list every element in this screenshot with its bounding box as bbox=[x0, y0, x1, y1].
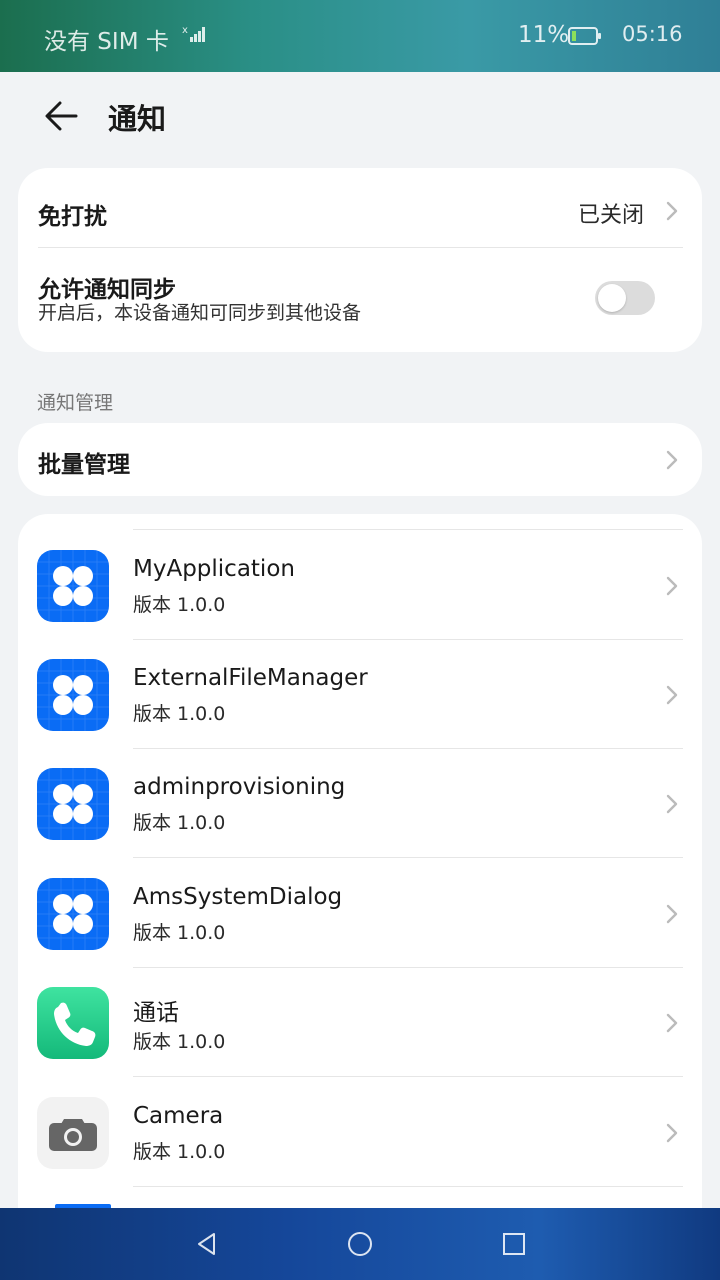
app-name: 通话 bbox=[133, 1000, 179, 1026]
batch-manage-label: 批量管理 bbox=[38, 452, 130, 478]
page-title: 通知 bbox=[108, 102, 167, 136]
home-circle-icon[interactable] bbox=[344, 1228, 376, 1260]
title-bar: 通知 bbox=[0, 72, 720, 158]
settings-card: 免打扰 已关闭 允许通知同步 开启后，本设备通知可同步到其他设备 bbox=[18, 168, 702, 352]
battery-icon bbox=[568, 26, 602, 52]
sync-toggle[interactable] bbox=[595, 281, 655, 315]
svg-text:x: x bbox=[182, 25, 188, 36]
batch-manage-row[interactable]: 批量管理 bbox=[18, 423, 702, 496]
camera-icon bbox=[37, 1097, 109, 1169]
app-name: MyApplication bbox=[133, 556, 295, 582]
status-bar: 没有 SIM 卡 x 11% 05:16 bbox=[0, 0, 720, 72]
chevron-right-icon bbox=[664, 199, 680, 223]
app-name: adminprovisioning bbox=[133, 774, 346, 800]
app-name: AmsSystemDialog bbox=[133, 884, 343, 910]
back-arrow-icon[interactable] bbox=[40, 96, 84, 136]
clock: 05:16 bbox=[622, 22, 683, 46]
chevron-right-icon bbox=[664, 1121, 680, 1145]
back-triangle-icon[interactable] bbox=[191, 1228, 223, 1260]
default-app-icon bbox=[37, 550, 109, 622]
app-version: 版本 1.0.0 bbox=[133, 594, 226, 616]
app-name: ExternalFileManager bbox=[133, 665, 368, 691]
app-row-externalfilemanager[interactable]: ExternalFileManager 版本 1.0.0 bbox=[18, 639, 702, 749]
chevron-right-icon bbox=[664, 902, 680, 926]
divider bbox=[133, 1186, 683, 1187]
app-row-myapplication[interactable]: MyApplication 版本 1.0.0 bbox=[18, 530, 702, 640]
chevron-right-icon bbox=[664, 448, 680, 472]
chevron-right-icon bbox=[664, 792, 680, 816]
app-list: MyApplication 版本 1.0.0 ExternalFileManag… bbox=[18, 514, 702, 1208]
app-version: 版本 1.0.0 bbox=[133, 812, 226, 834]
recents-square-icon[interactable] bbox=[498, 1228, 530, 1260]
carrier-label: 没有 SIM 卡 bbox=[44, 29, 169, 55]
signal-icon: x bbox=[182, 24, 208, 50]
phone-icon bbox=[37, 987, 109, 1059]
navigation-bar bbox=[0, 1208, 720, 1280]
default-app-icon bbox=[37, 659, 109, 731]
chevron-right-icon bbox=[664, 683, 680, 707]
toggle-knob bbox=[598, 284, 626, 312]
default-app-icon bbox=[37, 878, 109, 950]
dnd-status: 已关闭 bbox=[577, 203, 644, 228]
app-row-adminprovisioning[interactable]: adminprovisioning 版本 1.0.0 bbox=[18, 748, 702, 858]
app-row-amssystemdialog[interactable]: AmsSystemDialog 版本 1.0.0 bbox=[18, 858, 702, 968]
app-name: Camera bbox=[133, 1103, 224, 1129]
app-row-camera[interactable]: Camera 版本 1.0.0 bbox=[18, 1077, 702, 1187]
default-app-icon bbox=[37, 768, 109, 840]
section-header: 通知管理 bbox=[37, 392, 114, 414]
battery-percent: 11% bbox=[518, 22, 570, 48]
dnd-row[interactable]: 免打扰 已关闭 bbox=[18, 168, 702, 248]
app-version: 版本 1.0.0 bbox=[133, 1141, 226, 1163]
chevron-right-icon bbox=[664, 1011, 680, 1035]
chevron-right-icon bbox=[664, 574, 680, 598]
app-row-call[interactable]: 通话 版本 1.0.0 bbox=[18, 967, 702, 1077]
app-version: 版本 1.0.0 bbox=[133, 922, 226, 944]
app-version: 版本 1.0.0 bbox=[133, 703, 226, 725]
dnd-label: 免打扰 bbox=[38, 204, 107, 230]
sync-description: 开启后，本设备通知可同步到其他设备 bbox=[38, 302, 362, 324]
app-version: 版本 1.0.0 bbox=[133, 1031, 226, 1053]
